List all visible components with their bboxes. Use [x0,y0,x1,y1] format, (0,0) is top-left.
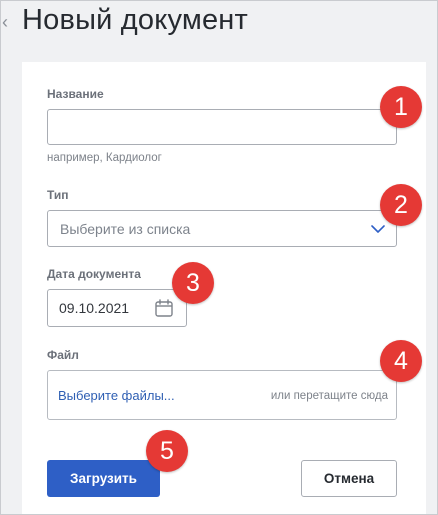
page-header: ‹ Новый документ [0,0,438,52]
name-hint: например, Кардиолог [47,152,162,164]
chevron-left-icon[interactable]: ‹ [2,12,14,32]
annotation-badge-1: 1 [380,86,422,128]
type-select[interactable]: Выберите из списка [47,210,397,247]
date-label: Дата документа [47,267,141,281]
annotation-badge-2: 2 [380,184,422,226]
drag-hint: или перетащите сюда [270,390,388,402]
page-title: Новый документ [22,4,248,36]
annotation-badge-4: 4 [380,340,422,382]
chevron-down-icon [371,225,385,233]
type-select-placeholder: Выберите из списка [60,221,191,237]
name-input[interactable] [47,109,397,145]
name-label: Название [47,87,104,101]
file-label: Файл [47,348,79,362]
cancel-button[interactable]: Отмена [301,460,397,497]
upload-button[interactable]: Загрузить [47,460,160,497]
type-label: Тип [47,188,69,202]
document-form: Название например, Кардиолог Тип Выберит… [22,62,426,515]
date-input-value: 09.10.2021 [59,300,130,316]
date-input[interactable]: 09.10.2021 [47,289,187,327]
file-dropzone[interactable]: Выберите файлы... или перетащите сюда [47,370,397,420]
annotation-badge-5: 5 [146,430,188,472]
annotation-badge-3: 3 [172,262,214,304]
choose-files-link[interactable]: Выберите файлы... [58,388,175,403]
calendar-icon[interactable] [154,298,174,318]
